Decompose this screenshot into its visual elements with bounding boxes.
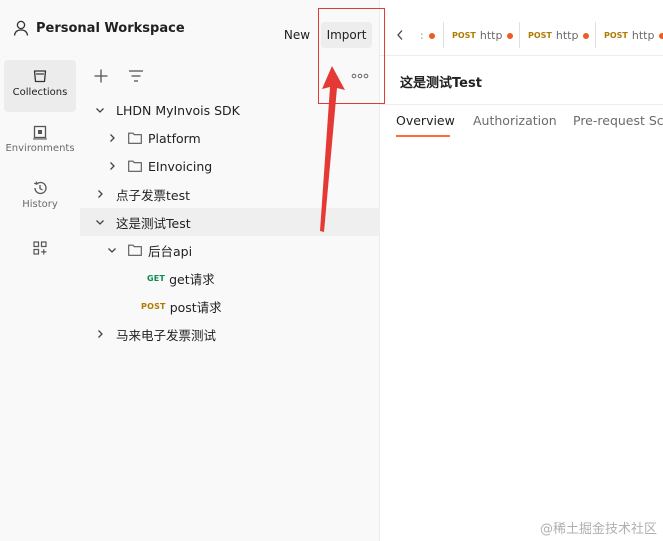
tree-item-folder[interactable]: 后台api (80, 236, 380, 264)
chevron-down-icon[interactable] (94, 216, 106, 228)
request-tab-label: http (555, 29, 579, 42)
rail-label-history: History (22, 199, 58, 210)
unsaved-dot (659, 32, 663, 39)
rail-item-history[interactable]: History (4, 172, 76, 224)
chevron-left-icon[interactable] (396, 29, 404, 41)
tree-item-label: 后台api (148, 243, 193, 259)
tab-partial[interactable]: : (420, 29, 435, 42)
unsaved-dot (507, 32, 514, 39)
unsaved-dot (428, 32, 435, 39)
method-badge: POST (141, 301, 166, 311)
rail-item-collections[interactable]: Collections (4, 60, 76, 112)
method-badge: POST (452, 31, 476, 40)
request-tab-label: http (479, 29, 503, 42)
request-tab[interactable]: POST http (528, 29, 590, 42)
folder-icon (128, 160, 142, 172)
tree-item-collection[interactable]: 马来电子发票测试 (80, 320, 380, 348)
chevron-right-icon[interactable] (106, 160, 118, 172)
tab-bar (380, 0, 663, 56)
history-icon (33, 181, 47, 195)
tree-item-label: EInvoicing (148, 158, 213, 174)
page-title[interactable]: 这是测试Test (400, 72, 482, 91)
subtab-divider (380, 104, 663, 105)
rail-label-environments: Environments (5, 143, 75, 154)
request-tab[interactable]: POST http (604, 29, 663, 42)
tab-divider (519, 22, 520, 48)
tree-item-label: LHDN MyInvois SDK (116, 102, 240, 118)
watermark: @稀土掘金技术社区 (539, 522, 657, 537)
filter-icon[interactable] (127, 67, 145, 85)
environments-icon (33, 125, 47, 140)
chevron-right-icon[interactable] (106, 132, 118, 144)
chevron-right-icon[interactable] (94, 328, 106, 340)
person-icon (13, 20, 29, 36)
collections-icon (33, 70, 47, 83)
sidebar-rail: Collections Environments History (0, 56, 80, 541)
chevron-right-icon[interactable] (94, 188, 106, 200)
folder-icon (128, 244, 142, 256)
active-tab-indicator (396, 135, 450, 137)
tab-divider (595, 22, 596, 48)
tree-item-label: post请求 (169, 299, 222, 315)
add-collection-icon[interactable] (92, 67, 110, 85)
tree-item-request[interactable]: GET get请求 (80, 264, 380, 292)
new-button[interactable]: New (279, 22, 315, 48)
annotation-arrow-icon (320, 66, 345, 232)
tree-item-request[interactable]: POST post请求 (80, 292, 380, 320)
rail-label-collections: Collections (12, 87, 68, 98)
tree-item-label: Platform (148, 130, 201, 146)
tree-item-label: 点子发票test (116, 187, 191, 203)
rail-item-environments[interactable]: Environments (4, 116, 76, 168)
method-badge: POST (528, 31, 552, 40)
tab-overview[interactable]: Overview (396, 113, 455, 128)
tree-item-label: 马来电子发票测试 (116, 327, 217, 343)
workspace-title[interactable]: Personal Workspace (36, 21, 185, 36)
tree-item-label: get请求 (169, 271, 215, 287)
tree-item-label: 这是测试Test (116, 215, 191, 231)
tab-divider (443, 22, 444, 48)
tab-authorization[interactable]: Authorization (473, 113, 557, 128)
request-tab[interactable]: POST http (452, 29, 514, 42)
chevron-down-icon[interactable] (94, 104, 106, 116)
request-tab-label: http (631, 29, 655, 42)
method-badge: POST (604, 31, 628, 40)
unsaved-dot (583, 32, 590, 39)
chevron-down-icon[interactable] (106, 244, 118, 256)
rail-item-configure[interactable] (4, 232, 76, 284)
configure-workbench-icon (33, 241, 47, 255)
method-badge: GET (147, 273, 166, 283)
tab-pre-request-script[interactable]: Pre-request Scr (573, 113, 663, 128)
folder-icon (128, 132, 142, 144)
